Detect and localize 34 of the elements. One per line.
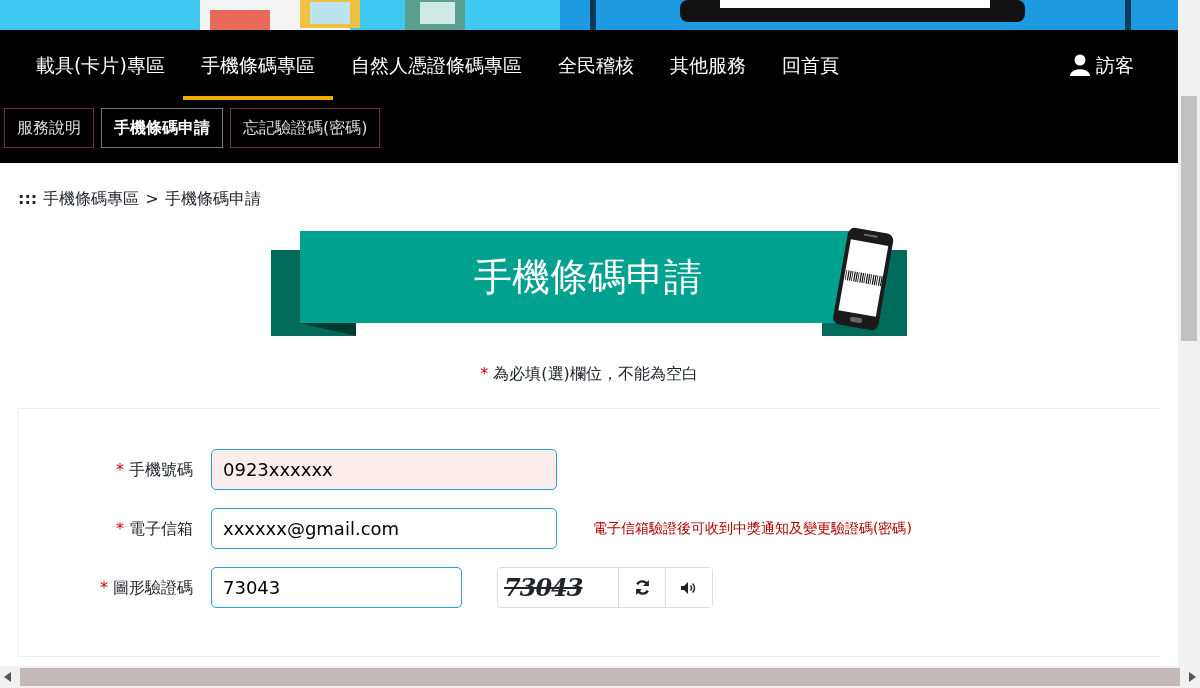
required-mark: * (115, 459, 124, 479)
field-hint: 電子信箱驗證後可收到中獎通知及變更驗證碼(密碼) (593, 519, 912, 538)
refresh-icon (633, 579, 651, 596)
required-note: 為必填(選)欄位，不能為空白 (493, 364, 698, 383)
sub-nav-tab[interactable]: 忘記驗證碼(密碼) (230, 108, 381, 148)
scroll-right-icon[interactable] (1188, 672, 1196, 682)
nav-tab[interactable]: 其他服務 (651, 30, 764, 100)
breadcrumb-separator: > (145, 188, 159, 210)
field-label: 手機號碼 (129, 459, 193, 479)
breadcrumb-item: 手機條碼申請 (164, 188, 261, 210)
input-field[interactable]: 0923xxxxxx (211, 449, 557, 490)
sub-nav-tab[interactable]: 手機條碼申請 (101, 108, 223, 148)
nav-tab[interactable]: 全民稽核 (539, 30, 652, 100)
field-label: 電子信箱 (129, 518, 193, 538)
input-field[interactable]: xxxxxx@gmail.com (211, 508, 557, 549)
speaker-icon (681, 581, 697, 594)
required-mark: * (115, 518, 124, 538)
breadcrumb-marker: ::: (18, 188, 38, 210)
input-field[interactable]: 73043 (211, 567, 462, 608)
audio-button[interactable] (665, 568, 712, 607)
user-icon (1070, 54, 1090, 76)
required-mark: * (480, 364, 489, 383)
scroll-left-icon[interactable] (4, 672, 12, 682)
horizontal-scrollbar[interactable] (0, 666, 1200, 688)
field-label: 圖形驗證碼 (113, 577, 193, 597)
vertical-scrollbar[interactable] (1178, 0, 1200, 666)
sub-nav-tab[interactable]: 服務說明 (4, 108, 94, 148)
required-mark: * (99, 577, 108, 597)
nav-tab[interactable]: 回首頁 (763, 30, 857, 100)
captcha-image: 73043 (503, 571, 584, 604)
breadcrumb-item[interactable]: 手機條碼專區 (43, 187, 140, 211)
nav-tab[interactable]: 自然人憑證條碼專區 (332, 30, 540, 100)
user-link[interactable]: 訪客 (1070, 30, 1134, 100)
nav-tab[interactable]: 載具(卡片)專區 (18, 30, 183, 100)
